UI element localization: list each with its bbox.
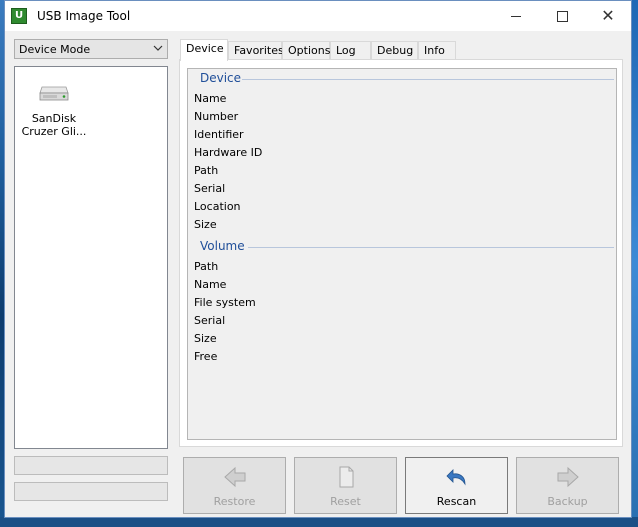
volume-group-divider (248, 247, 614, 248)
mode-select[interactable]: Device Mode (14, 39, 168, 59)
tab-info[interactable]: Info (418, 41, 456, 60)
rescan-arrow-icon (445, 469, 465, 486)
app-icon: U (11, 8, 27, 24)
tab-log[interactable]: Log (330, 41, 371, 60)
device-field-label: Location (194, 200, 241, 213)
tab-favorites[interactable]: Favorites (228, 41, 284, 60)
arrow-left-icon (223, 466, 245, 488)
maximize-icon (556, 10, 568, 22)
volume-field-label: Name (194, 278, 227, 291)
device-list[interactable]: SanDisk Cruzer Gli... (14, 66, 168, 449)
volume-group-title: Volume (200, 239, 245, 253)
device-group-title: Device (200, 71, 242, 85)
mode-select-value: Device Mode (19, 43, 91, 56)
window-title: USB Image Tool (37, 9, 131, 23)
device-info-panel: Device Name Number Identifier Hardware I… (187, 68, 617, 440)
device-field-label: Serial (194, 182, 226, 195)
title-bar: U USB Image Tool ✕ (5, 1, 631, 31)
device-group-divider (242, 79, 614, 80)
tab-device[interactable]: Device (180, 39, 228, 61)
device-field-label: Identifier (194, 128, 244, 141)
device-field-label: Hardware ID (194, 146, 263, 159)
device-field-label: Number (194, 110, 239, 123)
device-field-label: Size (194, 218, 217, 231)
minimize-button[interactable] (493, 1, 539, 31)
chevron-down-icon (153, 45, 163, 51)
tab-debug[interactable]: Debug (371, 41, 418, 60)
app-window: U USB Image Tool ✕ Device Mode SanDisk C… (4, 0, 632, 518)
volume-field-label: File system (194, 296, 256, 309)
reset-button[interactable]: Reset (294, 457, 397, 514)
close-button[interactable]: ✕ (585, 1, 631, 31)
volume-field-label: Size (194, 332, 217, 345)
device-item[interactable]: SanDisk Cruzer Gli... (19, 81, 89, 138)
reset-button-label: Reset (330, 495, 361, 508)
close-icon: ✕ (601, 6, 615, 25)
progress-bar (14, 482, 168, 501)
backup-button[interactable]: Backup (516, 457, 619, 514)
document-icon (339, 466, 353, 488)
rescan-button[interactable]: Rescan (405, 457, 508, 514)
status-field-1 (14, 456, 168, 475)
tab-options[interactable]: Options (282, 41, 330, 60)
volume-field-label: Serial (194, 314, 226, 327)
tab-panel-device: Device Name Number Identifier Hardware I… (179, 59, 623, 447)
usb-drive-icon (39, 86, 69, 101)
maximize-button[interactable] (539, 1, 585, 31)
arrow-right-icon (557, 466, 579, 488)
device-name: SanDisk Cruzer Gli... (21, 112, 87, 138)
backup-button-label: Backup (547, 495, 588, 508)
restore-button[interactable]: Restore (183, 457, 286, 514)
volume-field-label: Path (194, 260, 219, 273)
taskbar-edge (0, 517, 638, 527)
rescan-button-label: Rescan (436, 495, 477, 508)
restore-button-label: Restore (213, 495, 256, 508)
volume-field-label: Free (194, 350, 218, 363)
device-field-label: Name (194, 92, 227, 105)
device-field-label: Path (194, 164, 219, 177)
minimize-icon (511, 15, 521, 17)
